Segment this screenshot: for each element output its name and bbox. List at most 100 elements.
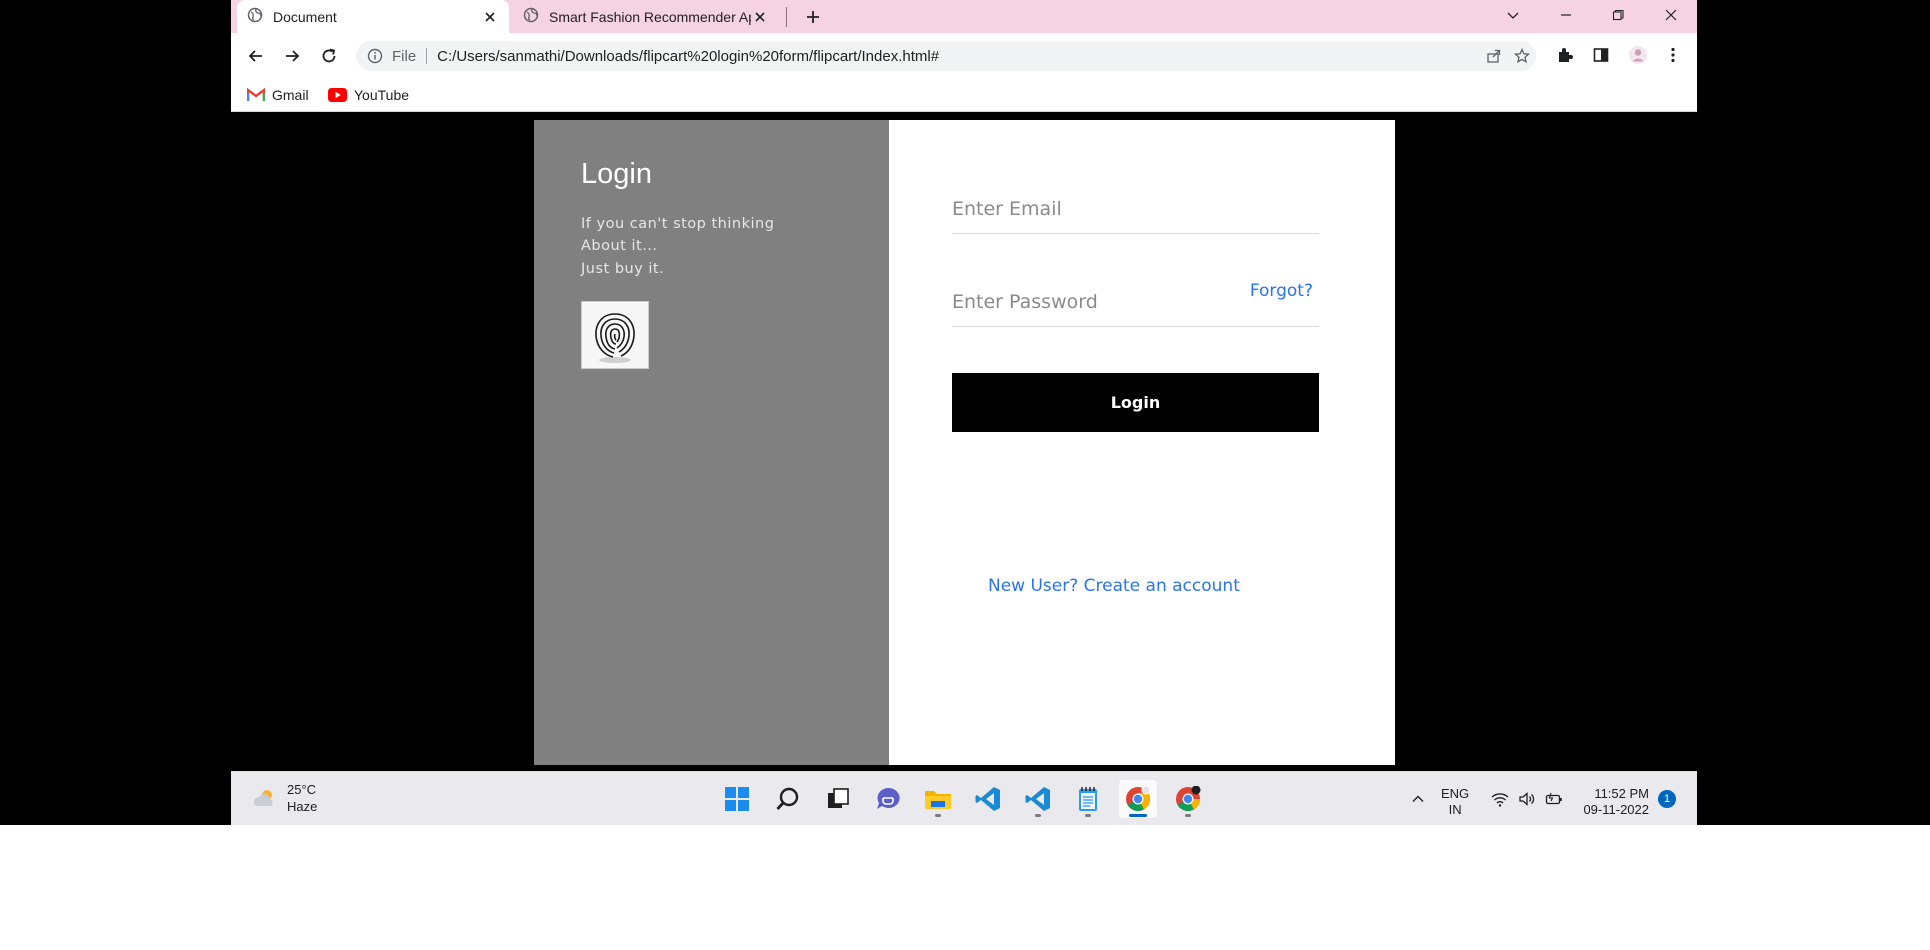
restore-icon [1612,9,1624,21]
clock-time: 11:52 PM [1594,786,1649,801]
chrome-button-active[interactable] [1119,780,1157,818]
close-icon[interactable] [481,8,499,26]
start-button[interactable] [718,780,756,818]
bookmark-gmail[interactable]: Gmail [247,84,309,106]
weather-temp: 25°C [287,782,317,797]
menu-button[interactable] [1662,44,1684,66]
tagline-line: Just buy it. [581,261,665,277]
globe-icon [523,7,539,26]
globe-icon [247,7,263,26]
gmail-icon [247,88,265,101]
password-field: Forgot? [952,281,1319,327]
tagline-line: About it... [581,238,658,254]
task-view-icon [828,788,849,808]
notification-badge[interactable]: 1 [1658,790,1676,808]
weather-haze-icon [254,790,273,806]
share-icon[interactable] [1486,48,1502,64]
clock[interactable]: 11:52 PM 09-11-2022 [1579,786,1649,818]
forgot-password-link[interactable]: Forgot? [1250,281,1313,301]
forward-button[interactable] [278,42,306,70]
taskbar: 25°C Haze ENG IN 11:52 PM 09-11-2022 1 [231,771,1697,825]
fingerprint-icon [595,313,635,363]
browser-toolbar: File C:/Users/sanmathi/Downloads/flipcar… [231,33,1697,78]
star-icon[interactable] [1514,48,1530,64]
notepad-button[interactable] [1069,780,1107,818]
plus-icon [807,11,819,23]
chat-icon [877,787,900,809]
tray-overflow-button[interactable] [1408,789,1428,809]
tab-bar: Document Smart Fashion Recommender Ap [231,0,1697,33]
battery-icon[interactable] [1544,789,1564,809]
tab-smart-fashion[interactable]: Smart Fashion Recommender Ap [513,0,779,33]
running-indicator [1035,814,1041,817]
chrome-button-2[interactable] [1169,780,1207,818]
info-icon[interactable] [366,47,384,65]
bookmark-label: YouTube [354,87,410,103]
close-icon [1665,9,1677,21]
side-panel-button[interactable] [1590,44,1612,66]
login-form-panel: Forgot? Login New User? Create an accoun… [889,120,1395,765]
bookmark-label: Gmail [272,87,309,103]
running-indicator [935,814,941,817]
wifi-icon[interactable] [1490,789,1510,809]
close-window-button[interactable] [1649,2,1693,28]
email-field [952,188,1319,234]
bookmarks-bar: Gmail YouTube [231,78,1697,112]
email-input[interactable] [952,188,1252,230]
youtube-icon [328,88,347,102]
language-indicator[interactable]: ENG IN [1441,786,1469,818]
file-explorer-button[interactable] [919,780,957,818]
folder-icon [925,791,951,809]
tab-separator [786,7,787,27]
url-text[interactable]: C:/Users/sanmathi/Downloads/flipcart%20l… [437,48,1536,65]
login-button[interactable]: Login [952,373,1319,432]
vscode-button-2[interactable] [1019,780,1057,818]
vscode-icon [975,787,1000,811]
reload-button[interactable] [315,42,343,70]
notepad-icon [1079,787,1097,811]
password-input[interactable] [952,281,1252,323]
login-card: Login If you can't stop thinking About i… [534,120,1395,765]
tab-title: Document [273,8,337,25]
bookmark-youtube[interactable]: YouTube [328,84,409,106]
windows-icon [725,787,749,811]
chrome-icon [1126,786,1151,812]
vscode-button[interactable] [969,780,1007,818]
new-tab-button[interactable] [801,5,825,29]
running-indicator [1085,814,1091,817]
back-button[interactable] [242,42,270,70]
search-icon [776,787,799,810]
chevron-down-icon [1507,12,1519,19]
running-indicator [1185,814,1191,817]
tab-search-button[interactable] [1491,2,1535,28]
vscode-icon [1025,787,1050,811]
extensions-button[interactable] [1554,44,1576,66]
arrow-left-icon [248,50,262,62]
close-icon[interactable] [751,8,769,26]
page-viewport: Login If you can't stop thinking About i… [231,113,1697,771]
create-account-link[interactable]: New User? Create an account [988,576,1240,596]
url-scheme: File [392,47,417,65]
profile-avatar[interactable] [1627,44,1649,66]
url-divider [426,48,428,64]
minimize-icon [1561,14,1571,16]
task-view-button[interactable] [819,780,857,818]
restore-button[interactable] [1596,2,1640,28]
tagline-line: If you can't stop thinking [581,216,775,232]
tab-title: Smart Fashion Recommender Ap [549,8,751,25]
taskbar-search-button[interactable] [769,780,807,818]
puzzle-icon [1559,48,1573,62]
teams-chat-button[interactable] [869,780,907,818]
fingerprint-image [581,301,649,369]
language-code: ENG [1441,786,1470,801]
address-bar[interactable]: File C:/Users/sanmathi/Downloads/flipcar… [356,41,1536,71]
tab-document[interactable]: Document [237,0,509,33]
weather-widget[interactable]: 25°C Haze [251,781,317,815]
minimize-button[interactable] [1544,2,1588,28]
avatar-icon [1629,46,1647,64]
page-title: Login [581,158,652,190]
desktop-background-left [0,0,231,825]
region-code: IN [1448,802,1462,817]
chevron-up-icon [1412,795,1424,802]
volume-icon[interactable] [1517,789,1537,809]
